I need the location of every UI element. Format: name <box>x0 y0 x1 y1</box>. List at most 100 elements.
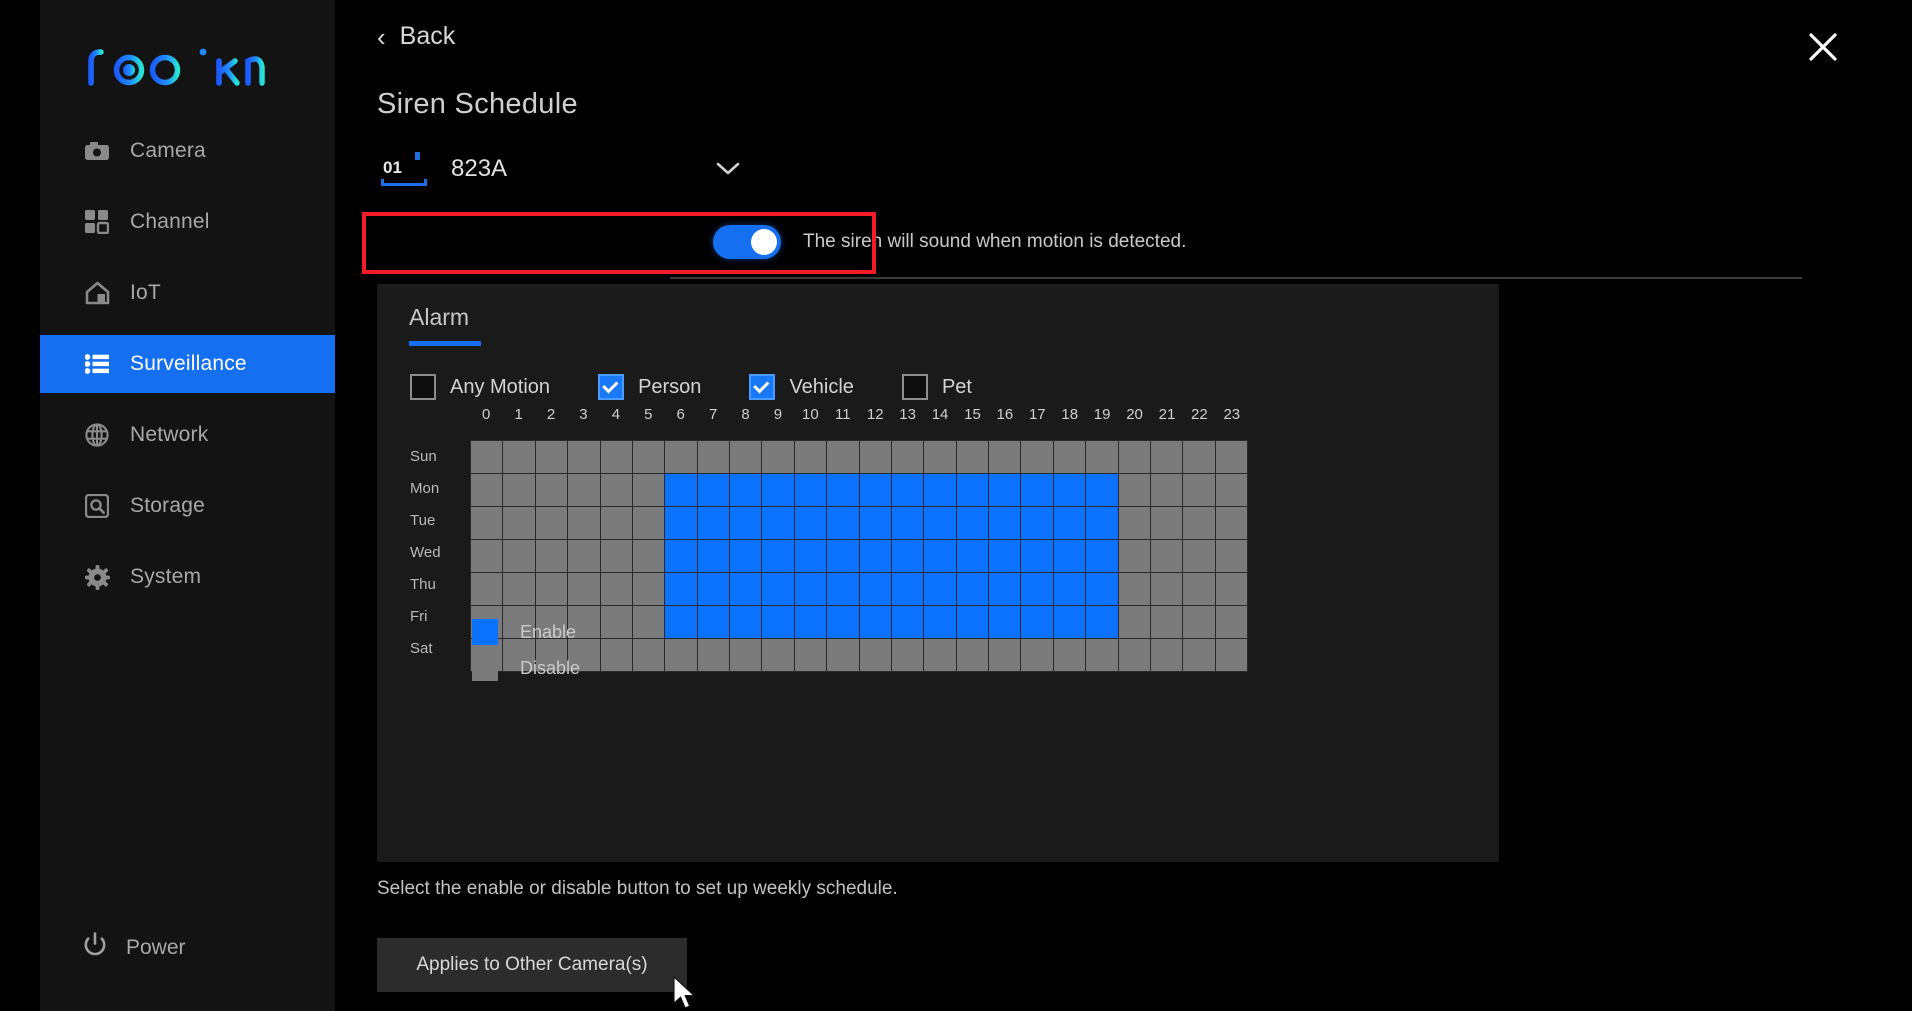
schedule-cell[interactable] <box>989 639 1021 671</box>
schedule-cell[interactable] <box>632 540 665 572</box>
sidebar-item-iot[interactable]: IoT <box>40 264 335 322</box>
schedule-cell[interactable] <box>730 573 762 605</box>
schedule-cell[interactable] <box>827 507 859 539</box>
schedule-cell[interactable] <box>989 573 1021 605</box>
schedule-cell[interactable] <box>1183 606 1215 638</box>
schedule-cell[interactable] <box>1021 441 1053 473</box>
schedule-cell[interactable] <box>1021 474 1053 506</box>
schedule-cell[interactable] <box>1215 441 1247 473</box>
sidebar-item-surveillance[interactable]: Surveillance <box>40 335 335 393</box>
schedule-cell[interactable] <box>1150 474 1183 506</box>
schedule-cell[interactable] <box>600 507 632 539</box>
schedule-cell[interactable] <box>600 606 632 638</box>
schedule-cell[interactable] <box>1053 606 1086 638</box>
schedule-cell[interactable] <box>827 606 859 638</box>
schedule-cell[interactable] <box>859 606 891 638</box>
chevron-down-icon[interactable] <box>716 156 740 182</box>
schedule-cell[interactable] <box>1086 606 1118 638</box>
schedule-cell[interactable] <box>924 639 956 671</box>
schedule-cell[interactable] <box>600 474 632 506</box>
schedule-cell[interactable] <box>924 441 956 473</box>
schedule-cell[interactable] <box>924 573 956 605</box>
schedule-cell[interactable] <box>632 573 665 605</box>
schedule-cell[interactable] <box>1086 474 1118 506</box>
schedule-cell[interactable] <box>503 507 535 539</box>
schedule-cell[interactable] <box>859 441 891 473</box>
schedule-cell[interactable] <box>535 573 568 605</box>
schedule-cell[interactable] <box>1183 639 1215 671</box>
schedule-cell[interactable] <box>956 507 988 539</box>
checkbox-pet[interactable]: Pet <box>901 374 972 400</box>
schedule-cell[interactable] <box>568 474 600 506</box>
schedule-cell[interactable] <box>794 441 827 473</box>
schedule-cell[interactable] <box>762 507 794 539</box>
schedule-cell[interactable] <box>665 540 697 572</box>
schedule-cell[interactable] <box>924 474 956 506</box>
schedule-cell[interactable] <box>697 474 729 506</box>
schedule-cell[interactable] <box>1053 540 1086 572</box>
schedule-cell[interactable] <box>503 540 535 572</box>
schedule-cell[interactable] <box>503 474 535 506</box>
schedule-cell[interactable] <box>989 441 1021 473</box>
schedule-cell[interactable] <box>989 507 1021 539</box>
schedule-cell[interactable] <box>794 540 827 572</box>
schedule-cell[interactable] <box>1086 507 1118 539</box>
schedule-cell[interactable] <box>632 606 665 638</box>
schedule-cell[interactable] <box>697 573 729 605</box>
schedule-cell[interactable] <box>1053 573 1086 605</box>
schedule-cell[interactable] <box>794 507 827 539</box>
schedule-cell[interactable] <box>665 507 697 539</box>
schedule-cell[interactable] <box>891 540 924 572</box>
schedule-cell[interactable] <box>535 540 568 572</box>
checkbox-person[interactable]: Person <box>598 374 701 400</box>
schedule-cell[interactable] <box>956 540 988 572</box>
schedule-cell[interactable] <box>1215 474 1247 506</box>
schedule-cell[interactable] <box>1021 540 1053 572</box>
schedule-cell[interactable] <box>1118 474 1150 506</box>
schedule-cell[interactable] <box>1086 639 1118 671</box>
schedule-cell[interactable] <box>665 441 697 473</box>
schedule-cell[interactable] <box>1183 441 1215 473</box>
schedule-cell[interactable] <box>1021 573 1053 605</box>
schedule-cell[interactable] <box>730 441 762 473</box>
schedule-cell[interactable] <box>956 474 988 506</box>
schedule-cell[interactable] <box>600 573 632 605</box>
schedule-cell[interactable] <box>665 573 697 605</box>
schedule-cell[interactable] <box>1086 441 1118 473</box>
schedule-cell[interactable] <box>1118 639 1150 671</box>
schedule-cell[interactable] <box>924 540 956 572</box>
channel-selector[interactable]: 01 823A <box>377 148 752 190</box>
schedule-cell[interactable] <box>1053 474 1086 506</box>
schedule-cell[interactable] <box>665 639 697 671</box>
schedule-cell[interactable] <box>1118 540 1150 572</box>
schedule-cell[interactable] <box>891 573 924 605</box>
schedule-cell[interactable] <box>697 441 729 473</box>
schedule-cell[interactable] <box>762 639 794 671</box>
schedule-cell[interactable] <box>989 540 1021 572</box>
schedule-cell[interactable] <box>891 474 924 506</box>
schedule-cell[interactable] <box>730 474 762 506</box>
schedule-cell[interactable] <box>956 441 988 473</box>
sidebar-item-channel[interactable]: Channel <box>40 193 335 251</box>
schedule-cell[interactable] <box>1215 573 1247 605</box>
schedule-cell[interactable] <box>697 639 729 671</box>
schedule-cell[interactable] <box>1150 540 1183 572</box>
schedule-cell[interactable] <box>1215 540 1247 572</box>
schedule-cell[interactable] <box>989 474 1021 506</box>
schedule-cell[interactable] <box>794 474 827 506</box>
schedule-cell[interactable] <box>632 474 665 506</box>
schedule-cell[interactable] <box>1021 507 1053 539</box>
schedule-cell[interactable] <box>730 507 762 539</box>
schedule-cell[interactable] <box>632 441 665 473</box>
schedule-cell[interactable] <box>859 474 891 506</box>
schedule-cell[interactable] <box>600 441 632 473</box>
schedule-cell[interactable] <box>794 639 827 671</box>
sidebar-item-system[interactable]: System <box>40 548 335 606</box>
schedule-cell[interactable] <box>568 441 600 473</box>
schedule-cell[interactable] <box>1086 573 1118 605</box>
schedule-cell[interactable] <box>568 573 600 605</box>
schedule-cell[interactable] <box>891 507 924 539</box>
schedule-cell[interactable] <box>1053 639 1086 671</box>
schedule-cell[interactable] <box>1021 606 1053 638</box>
schedule-cell[interactable] <box>762 573 794 605</box>
